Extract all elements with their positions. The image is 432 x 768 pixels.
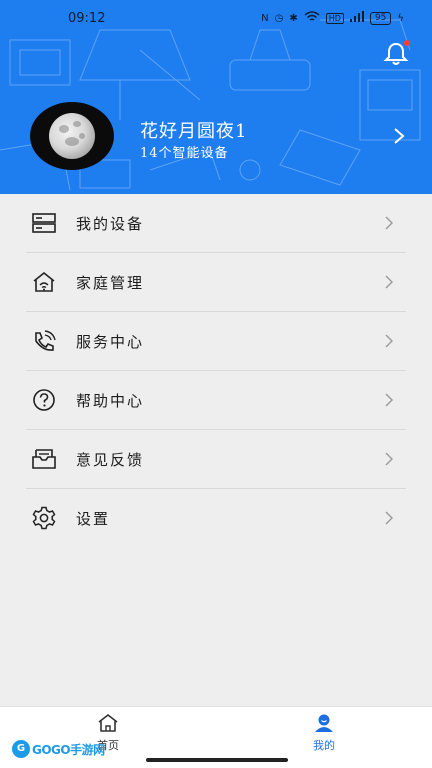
hd-icon: HD	[325, 12, 344, 24]
profile-icon	[315, 714, 333, 732]
feedback-mail-icon	[32, 449, 56, 469]
chevron-right-icon	[385, 275, 393, 289]
profile-chevron-right-icon[interactable]	[392, 127, 406, 145]
menu-item-my-devices[interactable]: 我的设备	[0, 194, 432, 253]
home-indicator	[146, 758, 288, 762]
chevron-right-icon	[385, 216, 393, 230]
bluetooth-icon: ✱	[289, 12, 298, 24]
tab-label: 我的	[313, 739, 335, 752]
wifi-icon	[304, 11, 320, 25]
watermark-logo: G GOGO手游网	[12, 738, 105, 760]
status-time: 09:12	[68, 11, 106, 26]
home-icon	[98, 713, 118, 732]
device-server-icon	[32, 213, 56, 233]
notification-dot	[404, 40, 410, 46]
menu-item-feedback[interactable]: 意见反馈	[0, 430, 432, 489]
nfc-icon: N	[261, 12, 269, 24]
watermark-text: GOGO手游网	[32, 742, 105, 757]
battery-indicator: 95	[369, 11, 392, 25]
menu-item-label: 意见反馈	[76, 451, 145, 469]
user-name[interactable]: 花好月圆夜1	[140, 117, 247, 143]
profile-header: 09:12 N ◷ ✱ HD 95 ϟ 花好月圆夜1 14个智能设备	[0, 0, 432, 194]
menu-item-label: 我的设备	[76, 215, 145, 233]
menu-item-service-center[interactable]: 服务中心	[0, 312, 432, 371]
menu-item-help-center[interactable]: 帮助中心	[0, 371, 432, 430]
notification-bell-button[interactable]	[382, 40, 410, 68]
charging-icon: ϟ	[397, 12, 404, 24]
avatar[interactable]	[30, 102, 114, 170]
status-icons: N ◷ ✱ HD 95 ϟ	[261, 11, 404, 25]
alarm-icon: ◷	[274, 12, 284, 24]
gogo-logo-icon: G	[12, 740, 30, 758]
moon-avatar-image	[49, 113, 95, 159]
settings-menu: 我的设备 家庭管理 服务中心 帮助中心 意见反馈 设置	[0, 194, 432, 548]
menu-item-label: 服务中心	[76, 333, 145, 351]
help-question-icon	[33, 389, 55, 411]
home-wifi-icon	[33, 271, 55, 292]
tab-mine[interactable]: 我的	[294, 713, 354, 753]
menu-item-label: 家庭管理	[76, 274, 145, 292]
menu-item-label: 帮助中心	[76, 392, 145, 410]
chevron-right-icon	[385, 511, 393, 525]
signal-icon	[349, 11, 364, 25]
chevron-right-icon	[385, 393, 393, 407]
menu-item-settings[interactable]: 设置	[0, 489, 432, 548]
device-count-text: 14个智能设备	[140, 146, 229, 161]
settings-gear-icon	[32, 506, 56, 530]
menu-item-label: 设置	[76, 510, 111, 528]
menu-item-family-management[interactable]: 家庭管理	[0, 253, 432, 312]
chevron-right-icon	[385, 334, 393, 348]
status-bar: 09:12 N ◷ ✱ HD 95 ϟ	[0, 0, 432, 36]
chevron-right-icon	[385, 452, 393, 466]
phone-service-icon	[35, 330, 56, 351]
